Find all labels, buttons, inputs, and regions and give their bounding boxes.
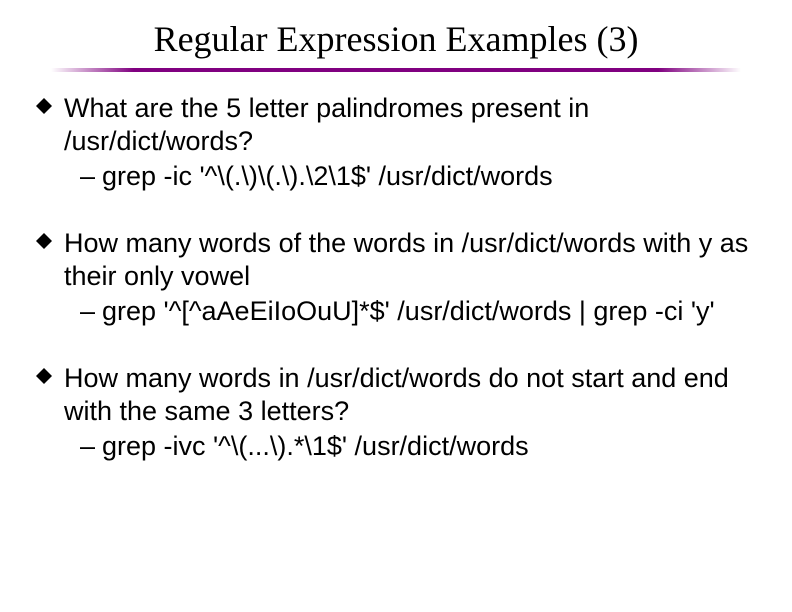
answer-text: grep -ic '^\(.\)\(.\).\2\1$' /usr/dict/w…: [102, 160, 756, 193]
answer-text: grep '^[^aAeEiIoOuU]*$' /usr/dict/words …: [102, 295, 756, 328]
list-item: What are the 5 letter palindromes presen…: [36, 92, 756, 193]
bullet-line: How many words of the words in /usr/dict…: [36, 227, 756, 293]
diamond-bullet-icon: [36, 362, 64, 384]
diamond-bullet-icon: [36, 92, 64, 114]
answer-text: grep -ivc '^\(...\).*\1$' /usr/dict/word…: [102, 430, 756, 463]
diamond-bullet-icon: [36, 227, 64, 249]
question-text: How many words of the words in /usr/dict…: [64, 227, 756, 293]
dash-bullet-icon: –: [80, 430, 102, 463]
slide-content: What are the 5 letter palindromes presen…: [0, 92, 792, 462]
bullet-line: How many words in /usr/dict/words do not…: [36, 362, 756, 428]
list-item: How many words in /usr/dict/words do not…: [36, 362, 756, 463]
sub-item: – grep -ivc '^\(...\).*\1$' /usr/dict/wo…: [80, 430, 756, 463]
title-underline: [51, 68, 741, 72]
question-text: How many words in /usr/dict/words do not…: [64, 362, 756, 428]
dash-bullet-icon: –: [80, 295, 102, 328]
sub-item: – grep '^[^aAeEiIoOuU]*$' /usr/dict/word…: [80, 295, 756, 328]
sub-item: – grep -ic '^\(.\)\(.\).\2\1$' /usr/dict…: [80, 160, 756, 193]
dash-bullet-icon: –: [80, 160, 102, 193]
question-text: What are the 5 letter palindromes presen…: [64, 92, 756, 158]
slide-title: Regular Expression Examples (3): [0, 0, 792, 68]
bullet-line: What are the 5 letter palindromes presen…: [36, 92, 756, 158]
list-item: How many words of the words in /usr/dict…: [36, 227, 756, 328]
